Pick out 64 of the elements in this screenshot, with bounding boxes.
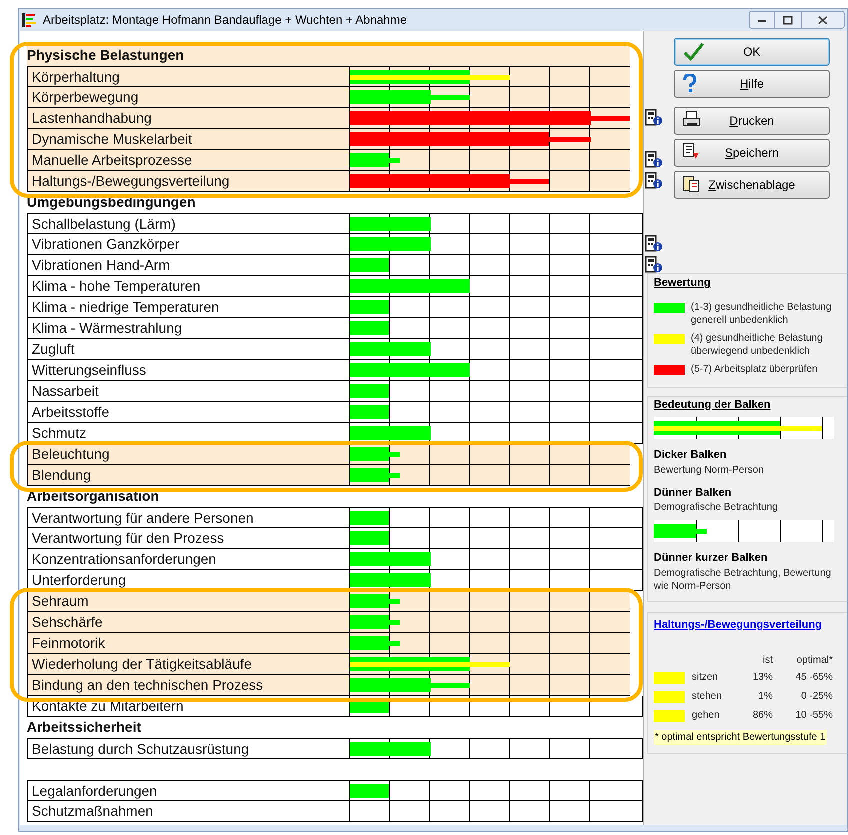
distribution-link[interactable]: Haltungs-/Bewegungsverteilung [654,616,822,633]
posture-label: sitzen [692,671,720,685]
table-cell-text: 45 -65% [794,671,833,685]
table-cell-text: 86% [752,709,773,723]
row-label: Sehraum [28,591,350,611]
info-icon[interactable] [645,151,663,169]
row-label: Körperhaltung [28,67,350,86]
clipboard-icon [683,175,701,193]
legend-heading: Dünner Balken [654,486,732,500]
legend-text: Bewertung Norm-Person [654,464,766,476]
section-heading: Physische Belastungen [27,46,184,65]
question-mark-icon [683,74,697,94]
table-cell-text: 13% [752,671,773,685]
legend-text: (5-7) Arbeitsplatz überprüfen [691,362,819,376]
info-icon[interactable] [645,256,663,274]
maximize-button[interactable] [775,11,801,29]
info-icon[interactable] [645,109,663,127]
dialog-button[interactable]: OK [674,38,830,66]
legend-title: Bewertung [654,276,711,291]
legend-text: (1-3) gesundheitliche Belastung generell unbedenklich [691,300,833,326]
legend-title: Bedeutung der Balken [654,398,771,412]
row-label: Manuelle Arbeitsprozesse [28,150,350,170]
maximize-icon [783,16,793,24]
info-icon[interactable] [645,172,663,190]
table-cell-text: 10 -55% [794,709,833,723]
section-heading: Arbeitssicherheit [27,718,142,737]
row-label: Wiederholung der Tätigkeitsabläufe [28,654,350,674]
close-button[interactable] [801,11,845,29]
dialog-button[interactable]: Hilfe [674,70,830,98]
row-label: Sehschärfe [28,612,350,632]
minimize-icon [757,18,767,22]
row-label: Bindung an den technischen Prozess [28,675,350,695]
printer-icon [683,111,701,129]
close-icon [818,16,828,24]
column-header: optimal* [796,654,833,668]
posture-label: gehen [692,709,721,723]
dialog-button[interactable]: Drucken [674,107,830,135]
dialog-button[interactable]: Zwischenablage [674,171,830,199]
row-label: Dynamische Muskelarbeit [28,129,350,149]
table-cell-text: 1% [758,690,773,704]
section-heading: Umgebungsbedingungen [27,193,196,212]
table-cell-text: 0 -25% [800,690,833,704]
row-label: Lastenhandhabung [28,108,350,128]
legend-heading: Dünner kurzer Balken [654,551,768,566]
row-label: Beleuchtung [28,444,350,464]
posture-label: stehen [692,690,724,704]
legend-text: Demografische Betrachtung [654,501,779,514]
document-icon [683,143,701,161]
row-label: Haltungs-/Bewegungsverteilung [28,171,350,191]
legend-heading: Dicker Balken [654,448,727,463]
minimize-button[interactable] [749,11,775,29]
dialog-button[interactable]: Speichern [674,139,830,167]
legend-text: Demografische Betrachtung, Bewertung wie Norm-Person [654,566,832,592]
window-title: Arbeitsplatz: Montage Hofmann Bandauflage + Wuchten + Abnahme [43,12,408,29]
section-heading: Arbeitsorganisation [27,487,160,506]
info-icon[interactable] [645,235,663,253]
row-label: Körperbewegung [28,87,350,107]
app-icon [21,12,37,28]
footnote: * optimal entspricht Bewertungsstufe 1 [654,730,827,745]
row-label: Feinmotorik [28,633,350,653]
legend-text: (4) gesundheitliche Belastung überwiegend unbedenklich [691,332,824,358]
row-label: Blendung [28,465,350,485]
column-header: ist [762,654,773,668]
check-icon [683,42,705,62]
